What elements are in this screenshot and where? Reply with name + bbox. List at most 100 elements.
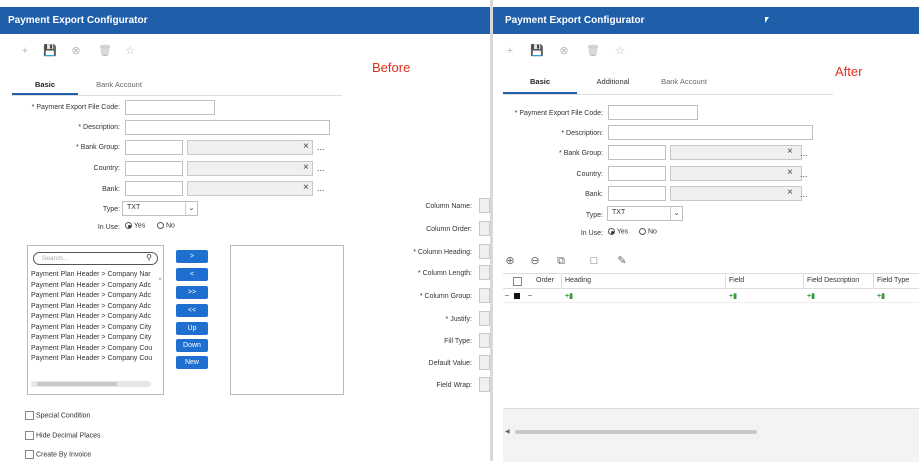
- up-button[interactable]: Up: [176, 322, 208, 335]
- field-add-icon[interactable]: +▮: [729, 292, 737, 300]
- column-group-input[interactable]: [479, 288, 490, 303]
- column-heading-input[interactable]: [479, 244, 490, 259]
- type-select[interactable]: TXT ⌄: [607, 206, 683, 221]
- move-all-left-button[interactable]: <<: [176, 304, 208, 317]
- search-icon[interactable]: ⚲: [146, 253, 152, 262]
- right-tab-additional[interactable]: Additional: [585, 75, 641, 94]
- type-select[interactable]: TXT ⌄: [122, 201, 198, 216]
- list-item[interactable]: Payment Plan Header > Company Adc: [31, 312, 159, 323]
- copy-icon[interactable]: ⧉: [554, 254, 568, 268]
- list-item[interactable]: Payment Plan Header > Company Adc: [31, 291, 159, 302]
- list-item[interactable]: Payment Plan Header > Company Cou: [31, 354, 159, 365]
- list-item[interactable]: Payment Plan Header > Company City: [31, 323, 159, 334]
- file-code-input[interactable]: [608, 105, 698, 120]
- justify-input[interactable]: [479, 311, 490, 326]
- new-button[interactable]: New: [176, 356, 208, 369]
- description-input[interactable]: [608, 125, 813, 140]
- paste-icon[interactable]: □: [587, 254, 601, 268]
- field-search-input[interactable]: Search... ⚲: [33, 252, 158, 265]
- save-icon[interactable]: 💾: [43, 44, 57, 58]
- grid-scroll-thumb[interactable]: [515, 430, 757, 434]
- in-use-yes-radio[interactable]: Yes: [125, 222, 145, 229]
- bank-clear-icon[interactable]: ×: [303, 182, 309, 193]
- row-selected-checkbox[interactable]: [514, 293, 520, 299]
- select-all-checkbox[interactable]: [513, 277, 522, 286]
- cancel-icon[interactable]: ⊗: [557, 44, 571, 58]
- bank-group-clear-icon[interactable]: ×: [303, 141, 309, 152]
- country-code-input[interactable]: [125, 161, 183, 176]
- heading-add-icon[interactable]: +▮: [565, 292, 573, 300]
- list-vertical-scrollbar[interactable]: ^: [157, 278, 163, 374]
- bank-group-code-input[interactable]: [608, 145, 666, 160]
- special-condition-checkbox[interactable]: Special Condition: [25, 411, 90, 420]
- list-item[interactable]: Payment Plan Header > Company Adc: [31, 302, 159, 313]
- header-heading[interactable]: Heading: [565, 274, 591, 288]
- add-row-icon[interactable]: ⊕: [503, 254, 517, 268]
- left-title-bar: Payment Export Configurator: [0, 7, 490, 34]
- default-value-input[interactable]: [479, 355, 490, 370]
- fill-type-input[interactable]: [479, 333, 490, 348]
- plus-icon[interactable]: +: [18, 44, 32, 58]
- bank-lookup-icon[interactable]: ...: [800, 189, 808, 199]
- grid-header-row: Order Heading Field Field Description Fi…: [503, 274, 919, 289]
- header-field[interactable]: Field: [729, 274, 744, 288]
- bank-group-clear-icon[interactable]: ×: [787, 146, 793, 157]
- bank-code-input[interactable]: [608, 186, 666, 201]
- bank-group-code-input[interactable]: [125, 140, 183, 155]
- delete-icon[interactable]: 🗑: [98, 44, 112, 58]
- bank-lookup-icon[interactable]: ...: [317, 183, 325, 193]
- left-tab-basic[interactable]: Basic: [12, 78, 78, 95]
- list-horizontal-scrollbar[interactable]: [31, 381, 151, 387]
- move-left-button[interactable]: <: [176, 268, 208, 281]
- type-select-value: TXT: [127, 204, 141, 211]
- remove-row-icon[interactable]: ⊖: [528, 254, 542, 268]
- file-code-input[interactable]: [125, 100, 215, 115]
- right-tab-bank-account[interactable]: Bank Account: [649, 75, 719, 94]
- in-use-no-radio[interactable]: No: [639, 228, 657, 235]
- list-scroll-thumb[interactable]: [37, 382, 117, 386]
- left-tab-bank-account[interactable]: Bank Account: [84, 78, 154, 95]
- field-type-add-icon[interactable]: +▮: [877, 292, 885, 300]
- save-icon[interactable]: 💾: [530, 44, 544, 58]
- country-lookup-icon[interactable]: ...: [317, 163, 325, 173]
- star-icon[interactable]: ☆: [123, 44, 137, 58]
- country-lookup-icon[interactable]: ...: [800, 169, 808, 179]
- table-row[interactable]: – – +▮ +▮ +▮ +▮: [503, 290, 919, 303]
- move-all-right-button[interactable]: >>: [176, 286, 208, 299]
- list-item[interactable]: Payment Plan Header > Company Adc: [31, 281, 159, 292]
- bank-group-lookup-icon[interactable]: ...: [800, 148, 808, 158]
- edit-icon[interactable]: ✎: [615, 254, 629, 268]
- scroll-left-icon[interactable]: ◀: [505, 428, 510, 435]
- header-field-description[interactable]: Field Description: [807, 274, 859, 288]
- field-wrap-input[interactable]: [479, 377, 490, 392]
- list-item[interactable]: Payment Plan Header > Company City: [31, 333, 159, 344]
- in-use-no-radio[interactable]: No: [157, 222, 175, 229]
- delete-icon[interactable]: 🗑: [586, 44, 600, 58]
- list-item[interactable]: Payment Plan Header > Company Cou: [31, 344, 159, 355]
- country-code-input[interactable]: [608, 166, 666, 181]
- grid-horizontal-scrollbar[interactable]: ◀: [503, 429, 919, 435]
- hide-decimal-places-checkbox[interactable]: Hide Decimal Places: [25, 431, 101, 440]
- list-item[interactable]: Payment Plan Header > Company Nar: [31, 270, 159, 281]
- column-order-input[interactable]: [479, 221, 490, 236]
- create-by-invoice-checkbox[interactable]: Create By Invoice: [25, 450, 91, 459]
- move-right-button[interactable]: >: [176, 250, 208, 263]
- in-use-yes-radio[interactable]: Yes: [608, 228, 628, 235]
- bank-code-input[interactable]: [125, 181, 183, 196]
- cancel-icon[interactable]: ⊗: [69, 44, 83, 58]
- plus-icon[interactable]: +: [503, 44, 517, 58]
- header-field-type[interactable]: Field Type: [877, 274, 909, 288]
- after-annotation: After: [835, 64, 863, 79]
- header-order[interactable]: Order: [536, 274, 554, 288]
- country-clear-icon[interactable]: ×: [303, 162, 309, 173]
- column-length-input[interactable]: [479, 265, 490, 280]
- star-icon[interactable]: ☆: [613, 44, 627, 58]
- column-name-input[interactable]: [479, 198, 490, 213]
- field-description-add-icon[interactable]: +▮: [807, 292, 815, 300]
- down-button[interactable]: Down: [176, 339, 208, 352]
- bank-group-lookup-icon[interactable]: ...: [317, 142, 325, 152]
- country-clear-icon[interactable]: ×: [787, 167, 793, 178]
- bank-clear-icon[interactable]: ×: [787, 187, 793, 198]
- description-input[interactable]: [125, 120, 330, 135]
- right-tab-basic[interactable]: Basic: [503, 75, 577, 94]
